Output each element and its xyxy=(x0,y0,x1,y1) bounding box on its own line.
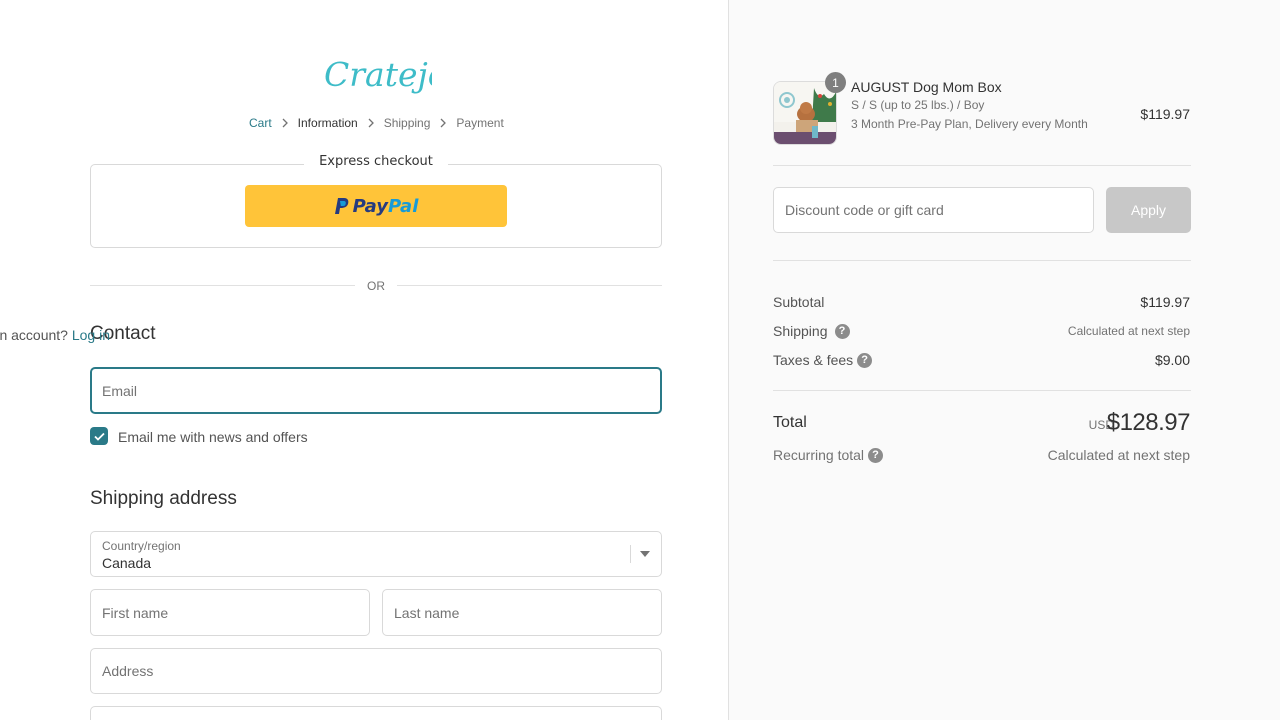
select-divider xyxy=(630,545,631,563)
email-field[interactable] xyxy=(90,367,662,414)
address-input[interactable] xyxy=(102,649,661,693)
address-field[interactable] xyxy=(90,648,662,694)
newsletter-checkbox[interactable] xyxy=(90,427,108,445)
country-value: Canada xyxy=(102,555,152,571)
divider xyxy=(773,390,1191,391)
breadcrumb: Cart Information Shipping Payment xyxy=(249,116,504,130)
product-plan: 3 Month Pre-Pay Plan, Delivery every Mon… xyxy=(851,117,1088,131)
apartment-field[interactable] xyxy=(90,706,662,720)
checkmark-icon xyxy=(93,432,105,441)
taxes-row-label: Taxes & fees ? xyxy=(773,352,873,368)
subtotal-value: $119.97 xyxy=(1140,294,1190,310)
first-name-input[interactable] xyxy=(102,590,369,635)
product-name: AUGUST Dog Mom Box xyxy=(851,79,1002,95)
express-checkout-title: Express checkout xyxy=(304,152,448,171)
help-icon[interactable]: ? xyxy=(868,447,884,463)
breadcrumb-shipping: Shipping xyxy=(383,116,431,130)
product-image xyxy=(774,82,836,144)
taxes-value: $9.00 xyxy=(1154,352,1190,368)
divider-line xyxy=(90,285,355,286)
discount-input[interactable] xyxy=(785,188,1093,232)
recurring-total-label: Recurring total ? xyxy=(773,447,884,463)
chevron-right-icon xyxy=(281,118,289,128)
help-icon[interactable]: ? xyxy=(834,323,850,339)
paypal-button[interactable]: PayPal xyxy=(245,185,507,227)
shipping-row-label: Shipping ? xyxy=(773,323,850,339)
divider xyxy=(773,260,1191,261)
cratejoy-logo[interactable]: Cratejoy xyxy=(322,52,467,98)
last-name-input[interactable] xyxy=(394,590,661,635)
country-select[interactable]: Country/region Canada xyxy=(90,531,662,577)
divider xyxy=(773,165,1191,166)
total-label: Total xyxy=(773,414,807,431)
divider-line xyxy=(397,285,662,286)
login-link[interactable]: Log in xyxy=(72,327,110,343)
total-value: $128.97 xyxy=(1106,409,1191,436)
email-input[interactable] xyxy=(102,369,660,412)
chevron-right-icon xyxy=(439,118,447,128)
apply-button[interactable]: Apply xyxy=(1106,187,1191,233)
shipping-address-heading: Shipping address xyxy=(90,488,237,509)
product-price: $119.97 xyxy=(1140,106,1190,122)
order-summary: 1 AUGUST Dog Mom Box S / S (up to 25 lbs… xyxy=(728,0,1280,720)
breadcrumb-payment: Payment xyxy=(456,116,504,130)
checkout-main: Cratejoy Cart Information Shipping Payme… xyxy=(0,0,728,720)
logo-text: Cratejoy xyxy=(324,55,432,94)
country-label: Country/region xyxy=(102,539,181,553)
breadcrumb-cart[interactable]: Cart xyxy=(249,116,272,130)
chevron-right-icon xyxy=(367,118,375,128)
first-name-field[interactable] xyxy=(90,589,370,636)
quantity-badge: 1 xyxy=(825,72,846,93)
paypal-wordmark: PayPal xyxy=(352,195,419,217)
shipping-value: Calculated at next step xyxy=(1067,324,1190,338)
subtotal-label: Subtotal xyxy=(773,294,825,310)
account-prompt: Have an account? Log in xyxy=(0,327,110,343)
last-name-field[interactable] xyxy=(382,589,662,636)
chevron-down-icon xyxy=(640,551,650,557)
newsletter-label: Email me with news and offers xyxy=(118,429,308,445)
product-variant: S / S (up to 25 lbs.) / Boy xyxy=(851,98,985,112)
or-divider-label: OR xyxy=(367,279,385,293)
discount-field[interactable] xyxy=(773,187,1094,233)
recurring-total-value: Calculated at next step xyxy=(1047,447,1190,463)
paypal-icon xyxy=(334,198,348,214)
product-thumbnail xyxy=(773,81,837,145)
help-icon[interactable]: ? xyxy=(857,352,873,368)
breadcrumb-information: Information xyxy=(297,116,358,130)
